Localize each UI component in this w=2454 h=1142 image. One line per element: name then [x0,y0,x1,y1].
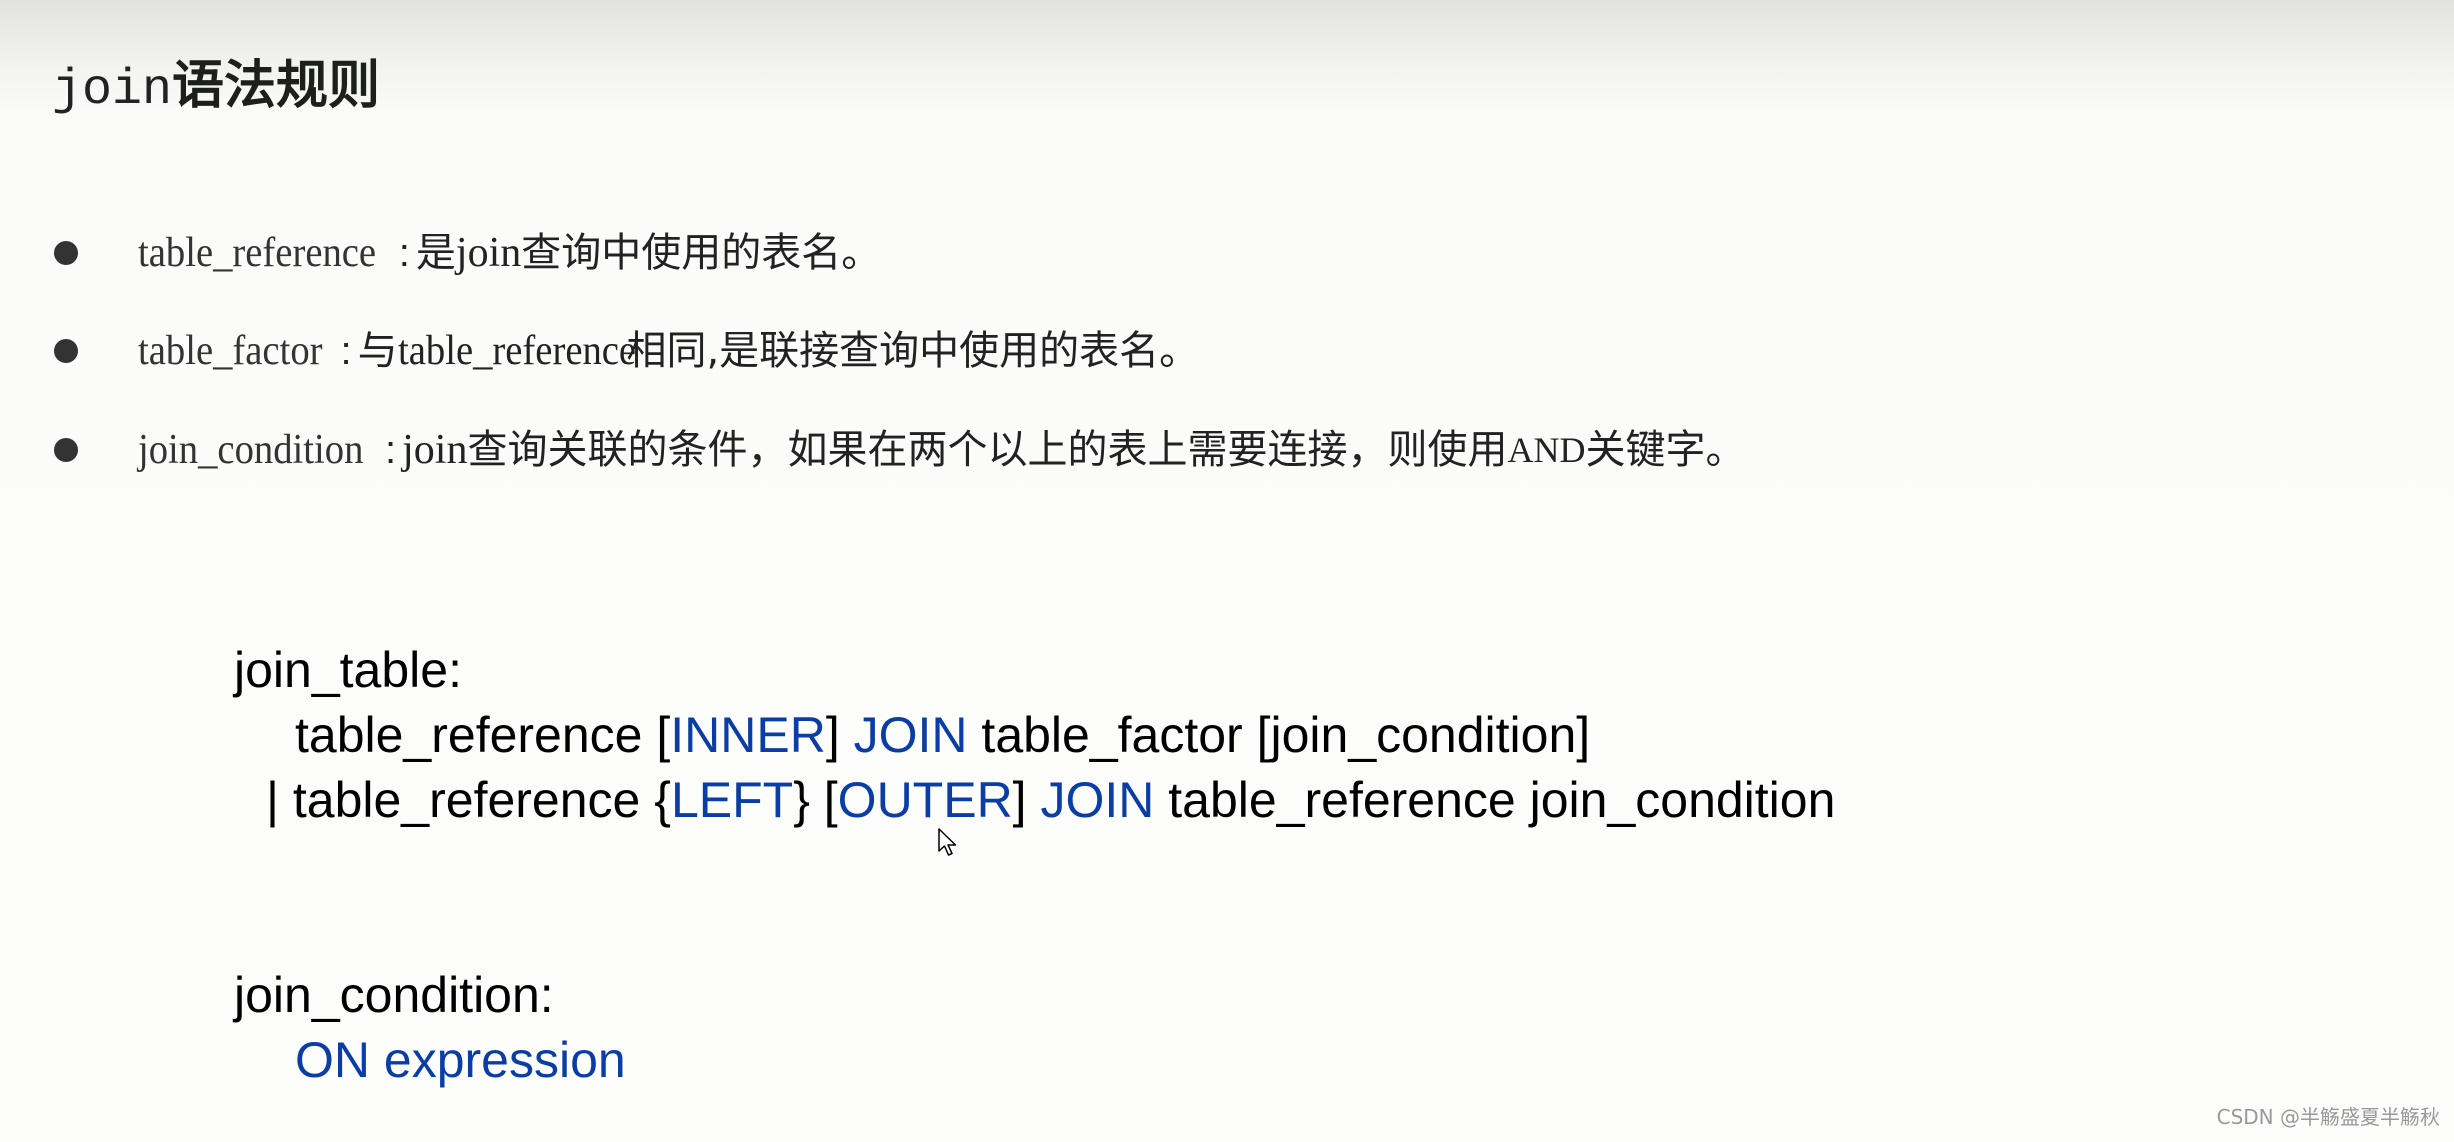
join-condition-label: join_condition: [234,967,554,1023]
keyword-left: LEFT [670,772,794,828]
page-title: join语法规则 [52,54,380,123]
syntax-line-left-join: | table_reference {LEFT} [OUTER] JOIN ta… [266,768,1835,832]
syntax-text: ] [825,707,854,763]
mouse-cursor-icon [938,828,957,856]
bullet-text: join [402,427,468,473]
syntax-text: ] [1012,772,1041,828]
bullet-text: 是 [415,230,456,276]
bullet-text: join [455,230,522,276]
bullet-text: table_reference [397,328,636,374]
bullet-item: table_factor : 与 table_reference 相同,是联接查询中… [54,326,1199,376]
bullet-text: 查询关联的条件，如果在两个以上的表上需要连接，则使用 [467,427,1508,473]
on-expression: ON expression [295,1032,626,1088]
bullet-text: 关键字。 [1585,427,1746,473]
bullet-item: table_reference : 是 join 查询中使用的表名。 [54,228,881,278]
watermark: CSDN @半觞盛夏半觞秋 [2216,1105,2440,1129]
syntax-text: | table_reference { [266,772,671,828]
bullet-sep: : [385,428,397,472]
bullet-dot-icon [54,241,78,265]
syntax-text: table_reference [ [295,707,671,763]
bullet-term: table_factor [138,328,323,374]
bullet-sep: : [340,329,352,373]
title-cjk: 语法规则 [172,56,381,116]
join-table-label: join_table: [234,642,462,698]
syntax-text: table_factor [join_condition] [967,707,1591,763]
syntax-text: table_reference join_condition [1154,772,1836,828]
keyword-inner: INNER [670,707,826,763]
keyword-join: JOIN [853,707,968,763]
bullet-text: 与 [357,328,398,374]
syntax-text: } [ [793,772,838,828]
bullet-text: 查询中使用的表名。 [521,230,882,276]
bullet-dot-icon [54,438,78,462]
bullet-sep: : [398,231,410,275]
keyword-join: JOIN [1040,772,1155,828]
title-mono: join [52,62,173,119]
bullet-term: join_condition [138,427,364,473]
bullet-dot-icon [54,339,78,363]
bullet-text: 相同,是联接查询中使用的表名。 [626,328,1200,374]
bullet-text: AND [1507,430,1586,470]
bullet-term: table_reference [138,230,377,276]
bullet-item: join_condition : join 查询关联的条件，如果在两个以上的表上需… [54,425,1745,475]
keyword-outer: OUTER [837,772,1013,828]
syntax-line-inner-join: table_reference [INNER] JOIN table_facto… [295,703,1590,767]
